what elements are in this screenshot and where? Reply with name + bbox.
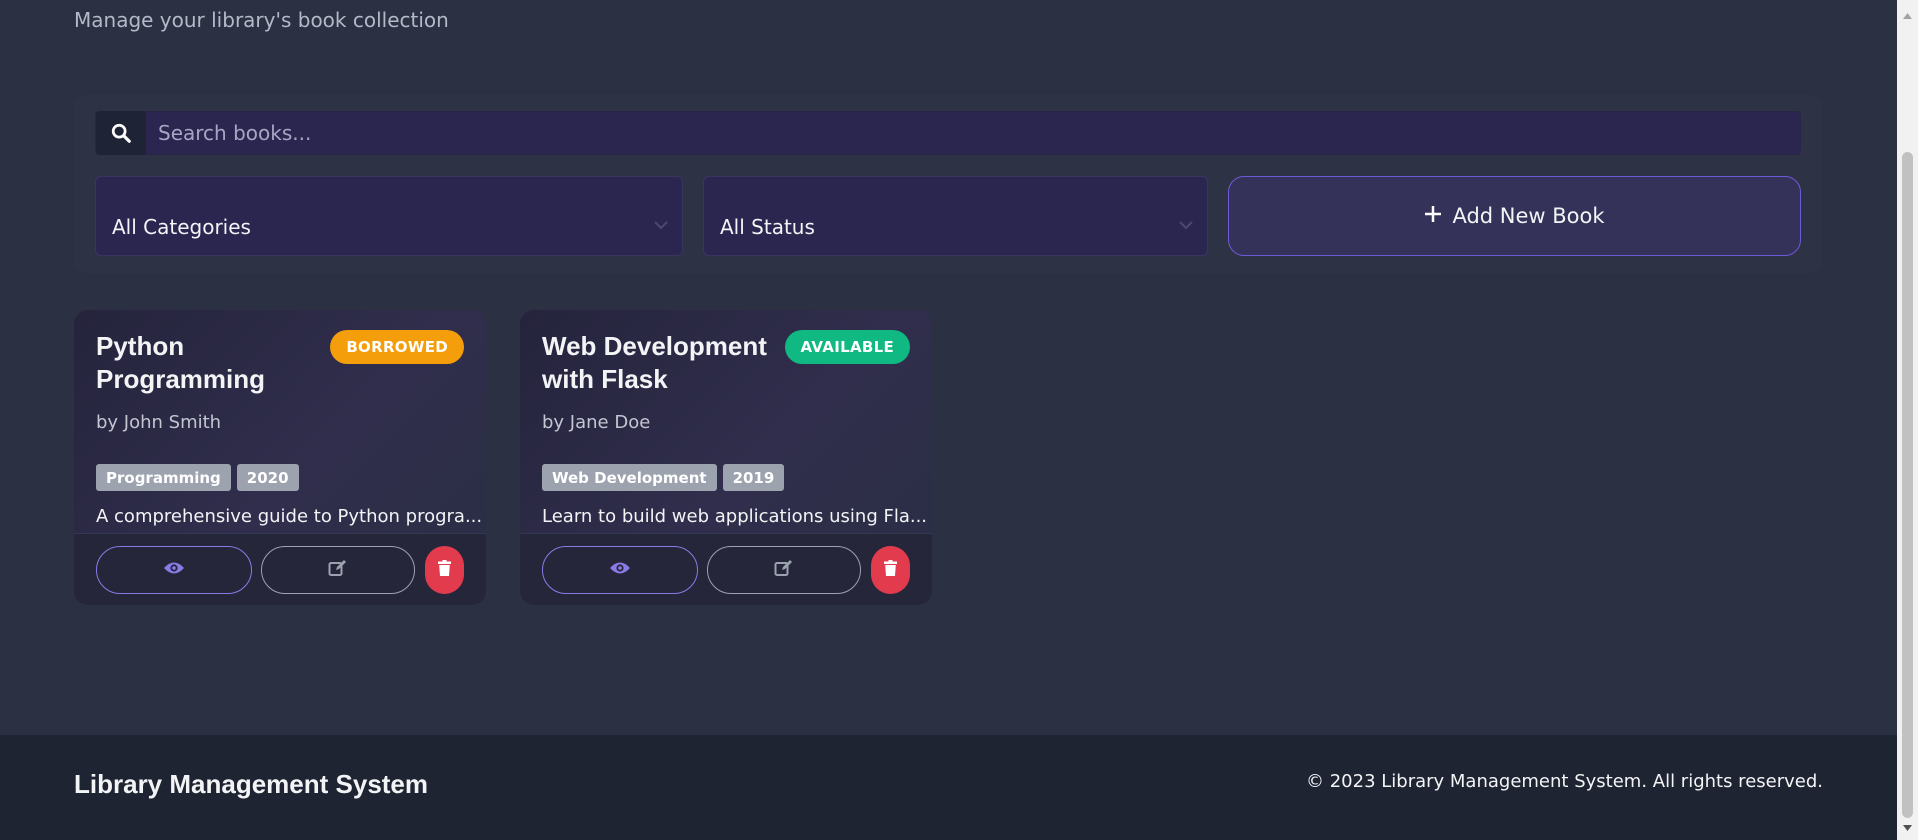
status-badge: BORROWED — [330, 330, 464, 364]
book-card: Python Programming BORROWED by John Smit… — [74, 310, 486, 605]
search-bar — [95, 111, 1801, 155]
book-title: Python Programming — [96, 331, 266, 394]
category-select[interactable]: All Categories — [95, 176, 683, 256]
chevron-down-icon — [1179, 211, 1193, 235]
book-description: A comprehensive guide to Python progra..… — [96, 506, 483, 527]
scrollbar-thumb[interactable] — [1902, 152, 1913, 818]
trash-icon — [884, 560, 897, 580]
edit-icon — [774, 559, 794, 581]
footer-copyright: © 2023 Library Management System. All ri… — [1305, 771, 1823, 792]
page-subtitle: Manage your library's book collection — [74, 8, 449, 32]
card-actions — [74, 533, 486, 605]
category-tag: Web Development — [542, 464, 717, 491]
footer-brand: Library Management System — [74, 769, 429, 799]
vertical-scrollbar[interactable] — [1897, 0, 1918, 840]
year-tag: 2019 — [722, 464, 785, 491]
edit-icon — [328, 559, 348, 581]
eye-icon — [609, 560, 631, 580]
status-badge: AVAILABLE — [784, 330, 910, 364]
scroll-up-arrow-icon[interactable] — [1903, 4, 1912, 23]
status-select-value: All Status — [720, 215, 815, 239]
chevron-down-icon — [654, 211, 668, 235]
view-book-button[interactable] — [542, 546, 698, 594]
book-author: by John Smith — [96, 412, 222, 433]
book-tags: Programming 2020 — [96, 464, 299, 491]
search-icon — [96, 111, 146, 155]
trash-icon — [438, 560, 451, 580]
edit-book-button[interactable] — [261, 546, 415, 594]
book-title: Web Development with Flask — [542, 331, 767, 394]
page: Manage your library's book collection Al… — [0, 0, 1897, 840]
edit-book-button[interactable] — [707, 546, 861, 594]
search-input[interactable] — [146, 112, 1800, 154]
filter-panel: All Categories All Status Add New Book — [74, 94, 1822, 274]
site-footer: Library Management System © 2023 Library… — [0, 735, 1897, 840]
book-description: Learn to build web applications using Fl… — [542, 506, 928, 527]
year-tag: 2020 — [236, 464, 299, 491]
plus-icon — [1424, 204, 1442, 228]
delete-book-button[interactable] — [871, 546, 910, 594]
scroll-down-arrow-icon[interactable] — [1903, 816, 1912, 835]
view-book-button[interactable] — [96, 546, 252, 594]
book-author: by Jane Doe — [542, 412, 651, 433]
book-tags: Web Development 2019 — [542, 464, 785, 491]
category-tag: Programming — [96, 464, 231, 491]
card-actions — [520, 533, 932, 605]
book-card: Web Development with Flask AVAILABLE by … — [520, 310, 932, 605]
eye-icon — [163, 560, 185, 580]
status-select[interactable]: All Status — [703, 176, 1208, 256]
add-new-book-label: Add New Book — [1452, 204, 1605, 228]
add-new-book-button[interactable]: Add New Book — [1228, 176, 1801, 256]
delete-book-button[interactable] — [425, 546, 464, 594]
category-select-value: All Categories — [112, 215, 251, 239]
